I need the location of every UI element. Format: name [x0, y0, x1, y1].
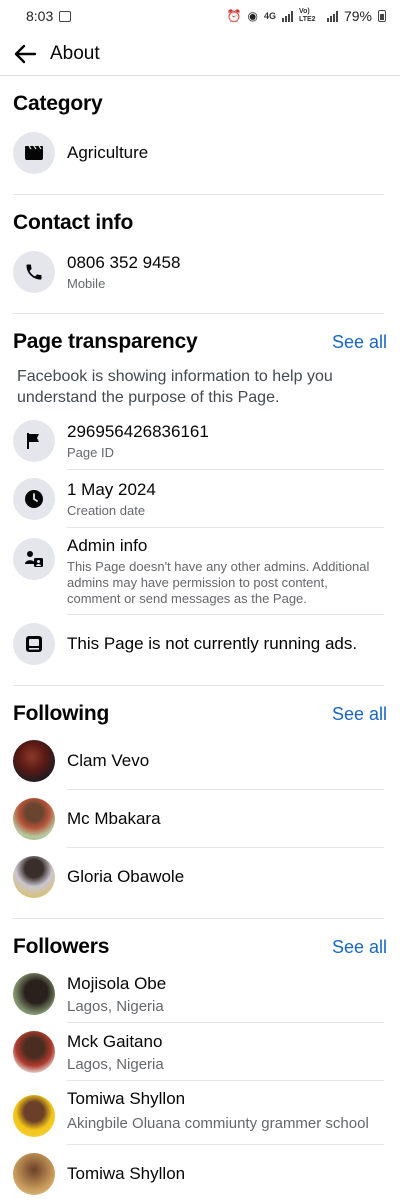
follower-name: Mojisola Obe — [67, 973, 167, 993]
follower-name: Tomiwa Shyllon — [67, 1164, 186, 1183]
alarm-icon: ⏰ — [226, 9, 242, 23]
ads-status: This Page is not currently running ads. — [67, 634, 358, 653]
ad-library-icon — [26, 636, 42, 652]
row-divider — [67, 614, 384, 615]
row-divider — [67, 1080, 384, 1081]
category-section: Category Agriculture — [0, 77, 400, 174]
creation-date-row: 1 May 2024 Creation date — [13, 478, 400, 528]
following-see-all-link[interactable]: See all — [332, 704, 387, 725]
phone-type: Mobile — [67, 275, 106, 291]
about-content: Category Agriculture Contact info 0806 3… — [0, 77, 400, 1195]
ads-row[interactable]: This Page is not currently running ads. — [13, 623, 400, 665]
admin-icon-circle — [13, 538, 55, 580]
admin-info-row[interactable]: Admin info This Page doesn't have any ot… — [13, 536, 400, 615]
signal-icon-2 — [326, 10, 338, 22]
avatar — [13, 1153, 55, 1195]
admin-icon — [25, 551, 43, 567]
follower-item[interactable]: Tomiwa Shyllon Akingbile Oluana commiunt… — [13, 1089, 400, 1145]
follower-name: Mck Gaitano — [67, 1031, 163, 1051]
row-divider — [67, 527, 384, 528]
signal-icon — [281, 10, 293, 22]
back-button[interactable] — [0, 32, 50, 76]
follower-name: Tomiwa Shyllon — [67, 1089, 186, 1108]
hotspot-icon: ◉ — [247, 9, 258, 23]
battery-icon — [378, 10, 386, 22]
creation-date-label: Creation date — [67, 502, 146, 518]
avatar — [13, 856, 55, 898]
avatar — [13, 798, 55, 840]
status-bar: 8:03 ⏰ ◉ 4G Vo) LTE2 79% — [0, 0, 400, 32]
clock-icon — [25, 490, 43, 508]
volte-label: Vo) LTE2 — [298, 8, 316, 23]
contact-section: Contact info 0806 352 9458 Mobile — [0, 195, 400, 293]
row-divider — [67, 847, 384, 848]
follower-location: Lagos, Nigeria — [67, 1055, 164, 1073]
transparency-section: Page transparency See all Facebook is sh… — [0, 314, 400, 665]
followers-see-all-link[interactable]: See all — [332, 937, 387, 958]
phone-row[interactable]: 0806 352 9458 Mobile — [13, 251, 400, 293]
follower-item[interactable]: Mck Gaitano Lagos, Nigeria — [13, 1031, 400, 1081]
category-row[interactable]: Agriculture — [13, 132, 400, 174]
following-name: Mc Mbakara — [67, 809, 161, 828]
page-id-row: 296956426836161 Page ID — [13, 420, 400, 470]
ads-icon-circle — [13, 623, 55, 665]
gallery-icon — [59, 10, 72, 22]
row-divider — [67, 469, 384, 470]
app-bar: About — [0, 32, 400, 76]
back-arrow-icon — [14, 44, 37, 63]
clock-icon-circle — [13, 478, 55, 520]
following-item[interactable]: Gloria Obawole — [13, 856, 400, 898]
following-name: Clam Vevo — [67, 751, 150, 770]
category-icon-circle — [13, 132, 55, 174]
transparency-description: Facebook is showing information to help … — [17, 368, 333, 406]
clock: 8:03 — [26, 8, 54, 24]
follower-item[interactable]: Tomiwa Shyllon — [13, 1153, 400, 1195]
phone-number: 0806 352 9458 — [67, 252, 181, 272]
flag-icon-circle — [13, 420, 55, 462]
page-id-label: Page ID — [67, 444, 114, 460]
phone-icon-circle — [13, 251, 55, 293]
admin-info-title: Admin info — [67, 536, 148, 555]
flag-icon — [27, 433, 39, 449]
following-item[interactable]: Clam Vevo — [13, 740, 400, 790]
following-heading: Following — [13, 702, 110, 725]
page-title: About — [50, 42, 100, 64]
following-section: Following See all Clam Vevo Mc Mbakara G… — [0, 686, 400, 898]
avatar — [13, 1031, 55, 1073]
follower-item[interactable]: Mojisola Obe Lagos, Nigeria — [13, 973, 400, 1023]
phone-icon — [26, 264, 42, 280]
avatar — [13, 740, 55, 782]
following-item[interactable]: Mc Mbakara — [13, 798, 400, 848]
follower-location: Lagos, Nigeria — [67, 997, 164, 1015]
page-id-value: 296956426836161 — [67, 421, 209, 441]
transparency-heading: Page transparency — [13, 330, 198, 353]
followers-heading: Followers — [13, 935, 110, 958]
followers-section: Followers See all Mojisola Obe Lagos, Ni… — [0, 919, 400, 1195]
following-name: Gloria Obawole — [67, 867, 185, 886]
transparency-see-all-link[interactable]: See all — [332, 332, 387, 353]
creation-date-value: 1 May 2024 — [67, 479, 156, 499]
category-value: Agriculture — [67, 143, 149, 162]
category-heading: Category — [13, 92, 103, 115]
clapperboard-icon — [25, 145, 43, 160]
admin-info-description: This Page doesn't have any other admins.… — [67, 559, 370, 606]
row-divider — [67, 789, 384, 790]
follower-location: Akingbile Oluana commiunty grammer schoo… — [67, 1115, 369, 1132]
network-type: 4G — [263, 10, 276, 21]
row-divider — [67, 1022, 384, 1023]
battery-level: 79% — [343, 8, 372, 24]
row-divider — [67, 1144, 384, 1145]
avatar — [13, 973, 55, 1015]
avatar — [13, 1095, 55, 1137]
contact-heading: Contact info — [13, 211, 134, 234]
